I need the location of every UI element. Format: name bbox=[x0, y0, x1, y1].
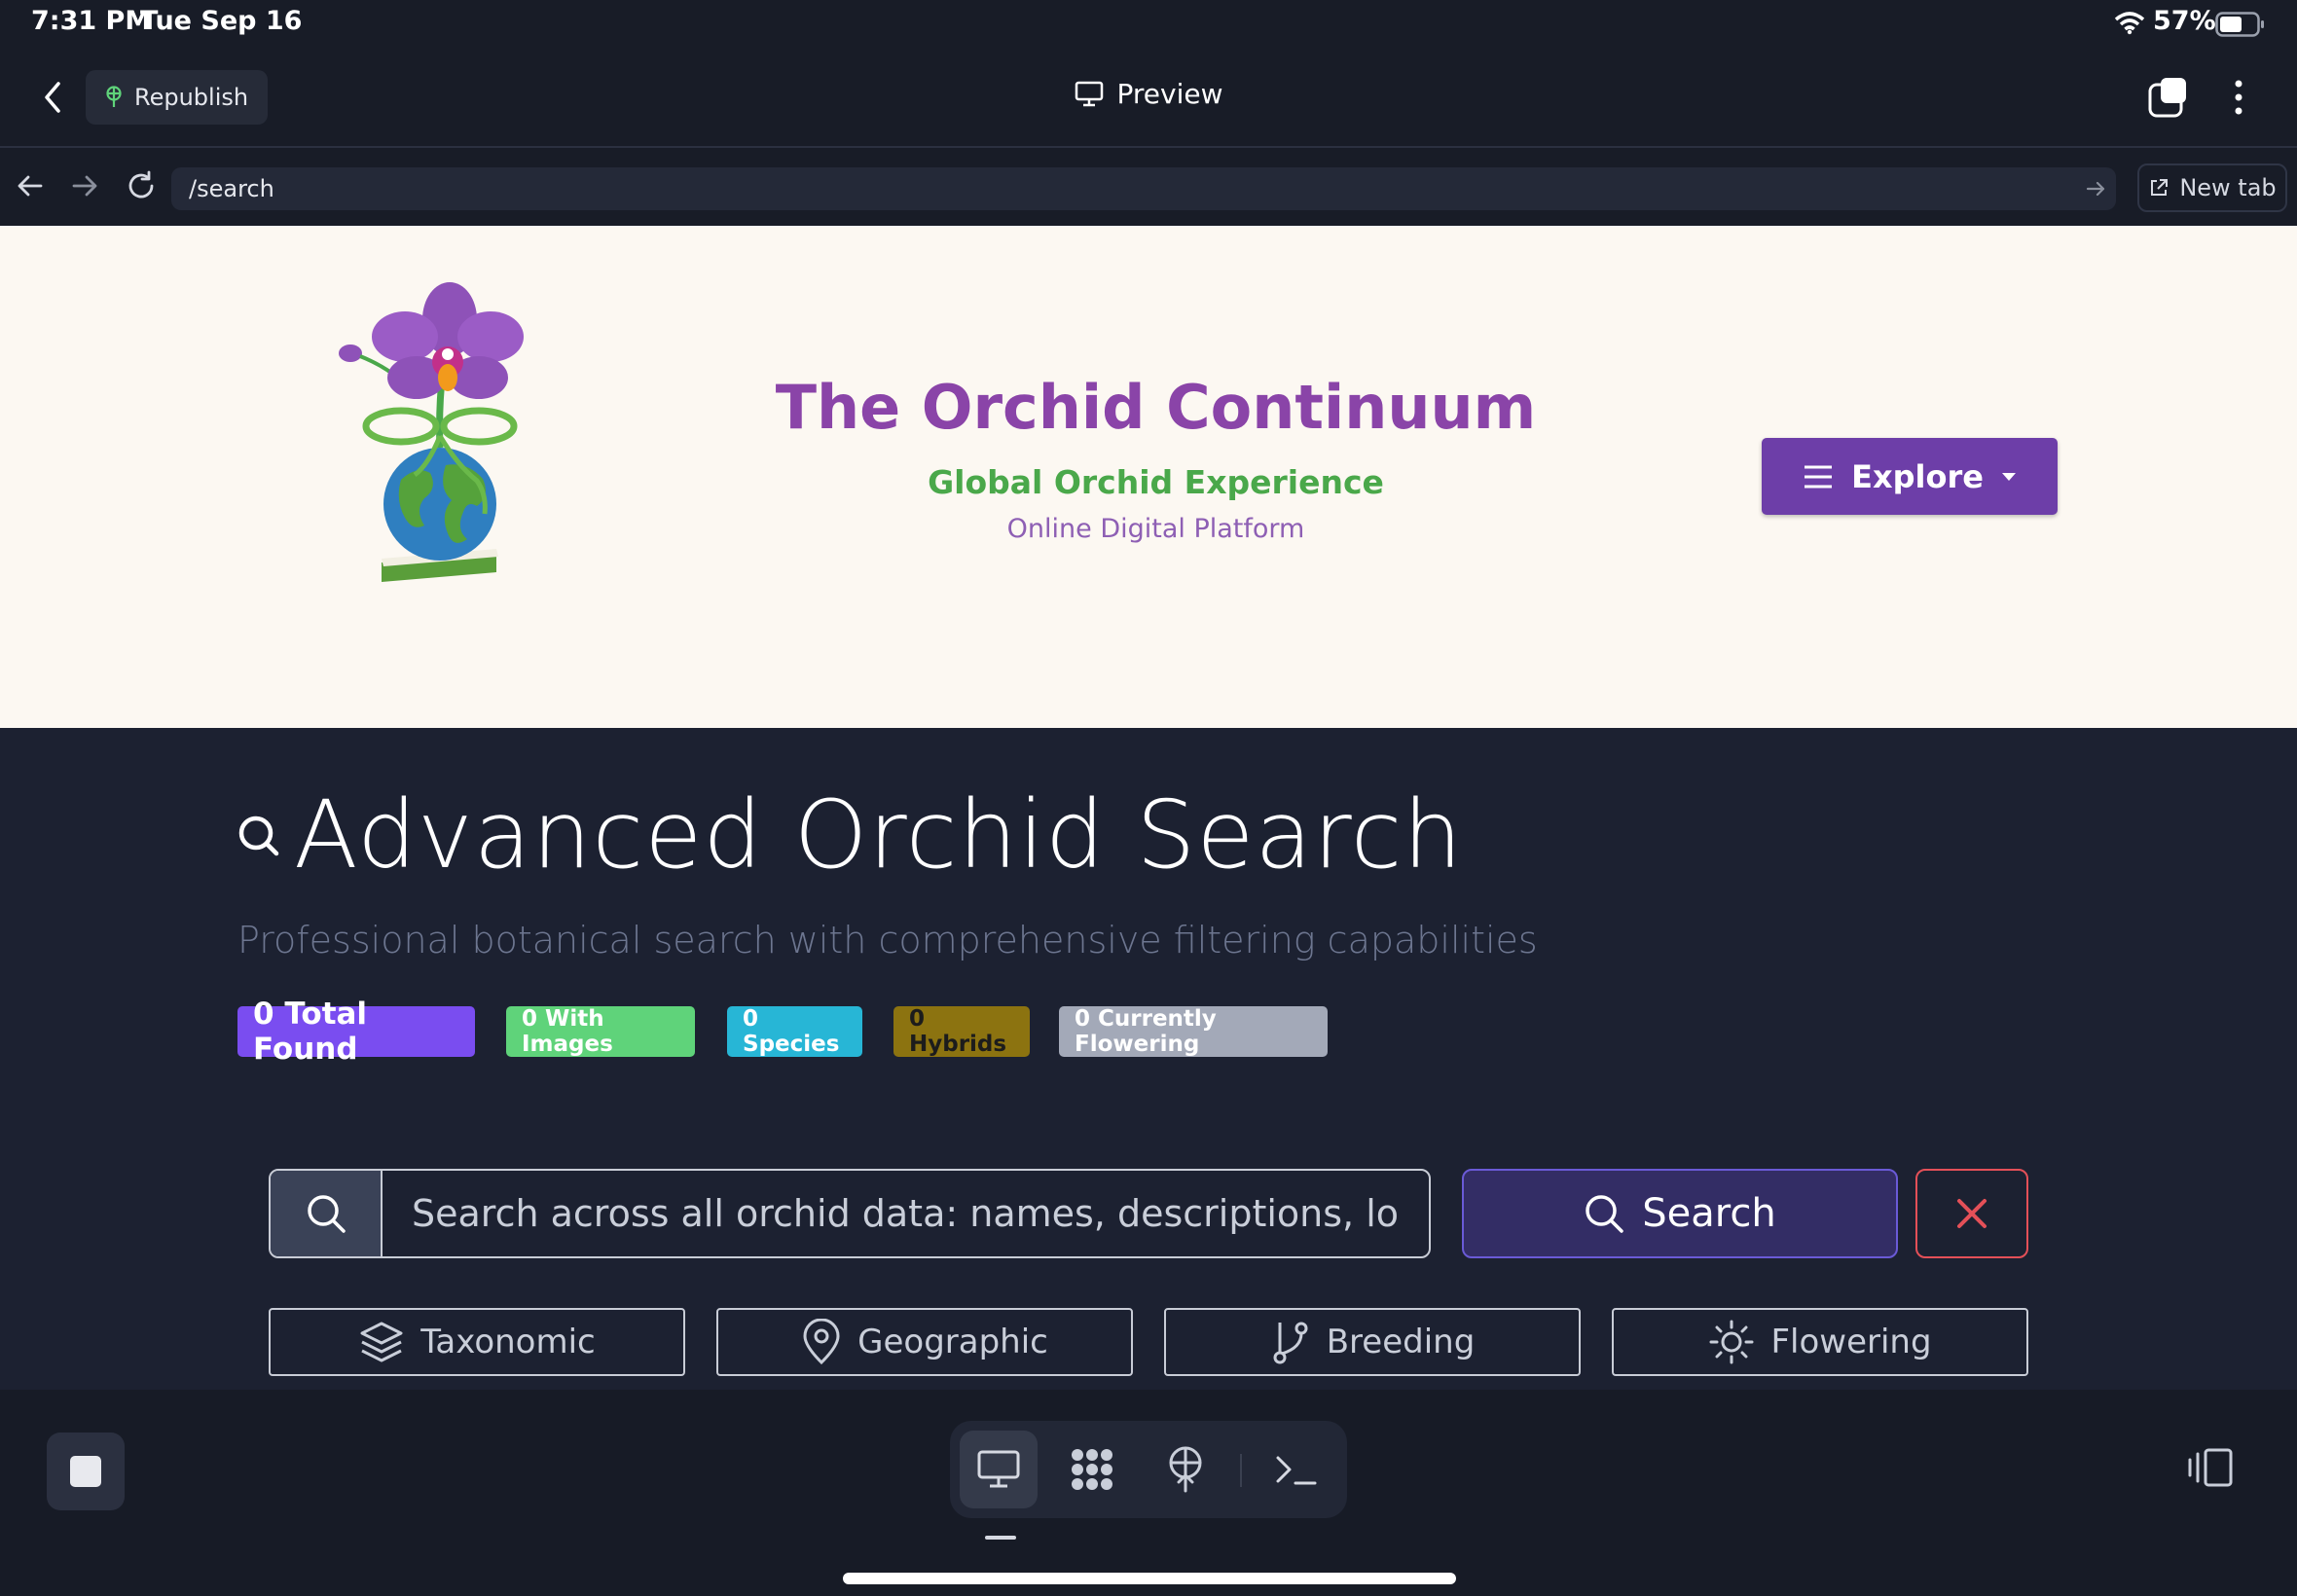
home-indicator bbox=[843, 1573, 1456, 1584]
active-indicator bbox=[985, 1536, 1016, 1540]
page-title: Advanced Orchid Search bbox=[237, 780, 1463, 889]
url-field[interactable]: /search bbox=[171, 167, 2116, 210]
tab-breeding-label: Breeding bbox=[1326, 1323, 1476, 1361]
tab-geographic-label: Geographic bbox=[857, 1323, 1048, 1361]
battery-icon bbox=[2215, 12, 2266, 37]
status-date: Tue Sep 16 bbox=[140, 6, 303, 36]
site-subtitle: Online Digital Platform bbox=[1006, 514, 1305, 544]
layers-icon bbox=[358, 1320, 405, 1364]
search-icon bbox=[1584, 1193, 1624, 1234]
badge-species: 0 Species bbox=[727, 1006, 862, 1057]
badge-with-images: 0 With Images bbox=[506, 1006, 695, 1057]
preview-title: Preview bbox=[0, 78, 2297, 110]
search-input-group bbox=[269, 1169, 1431, 1258]
preview-label: Preview bbox=[1116, 78, 1223, 110]
wifi-icon bbox=[2114, 12, 2145, 35]
search-input[interactable] bbox=[383, 1171, 1429, 1256]
clear-search-button[interactable] bbox=[1915, 1169, 2028, 1258]
tab-taxonomic[interactable]: Taxonomic bbox=[269, 1308, 685, 1376]
search-button[interactable]: Search bbox=[1462, 1169, 1898, 1258]
map-pin-icon bbox=[801, 1319, 842, 1365]
page-subtitle: Professional botanical search with compr… bbox=[237, 919, 1538, 961]
explore-menu-button[interactable]: Explore bbox=[1762, 438, 2058, 515]
windows-icon[interactable] bbox=[2147, 76, 2190, 119]
stop-button[interactable] bbox=[47, 1433, 125, 1510]
search-icon bbox=[237, 812, 280, 858]
bottom-dock bbox=[0, 1390, 2297, 1596]
monitor-icon bbox=[1075, 81, 1104, 108]
page-title-text: Advanced Orchid Search bbox=[294, 780, 1464, 889]
badge-currently-flowering: 0 Currently Flowering bbox=[1059, 1006, 1328, 1057]
badge-hybrids: 0 Hybrids bbox=[893, 1006, 1030, 1057]
git-branch-icon bbox=[1270, 1319, 1311, 1365]
dock-terminal-button[interactable] bbox=[1258, 1431, 1335, 1508]
tab-breeding[interactable]: Breeding bbox=[1164, 1308, 1581, 1376]
explore-label: Explore bbox=[1851, 457, 1984, 495]
hamburger-icon bbox=[1803, 464, 1834, 490]
app-toolbar: Republish Preview bbox=[0, 49, 2297, 148]
site-header: The Orchid Continuum Global Orchid Exper… bbox=[0, 226, 2297, 728]
sun-icon bbox=[1708, 1319, 1755, 1365]
monitor-icon bbox=[976, 1449, 1021, 1490]
tab-flowering-label: Flowering bbox=[1770, 1323, 1932, 1361]
arrow-left-icon[interactable] bbox=[16, 171, 45, 200]
search-button-label: Search bbox=[1642, 1191, 1776, 1236]
url-text: /search bbox=[189, 175, 274, 202]
arrow-right-icon[interactable] bbox=[70, 171, 99, 200]
dock-divider bbox=[1240, 1454, 1242, 1487]
dock-center-group bbox=[950, 1421, 1347, 1518]
status-bar: 7:31 PM Tue Sep 16 57% bbox=[0, 0, 2297, 49]
external-link-icon bbox=[2148, 177, 2169, 199]
go-arrow-icon[interactable] bbox=[2085, 178, 2106, 200]
tab-flowering[interactable]: Flowering bbox=[1612, 1308, 2028, 1376]
site-title[interactable]: The Orchid Continuum bbox=[0, 372, 2297, 443]
new-tab-button[interactable]: New tab bbox=[2137, 163, 2287, 212]
search-input-addon bbox=[271, 1171, 383, 1256]
reload-icon[interactable] bbox=[125, 169, 158, 202]
new-tab-label: New tab bbox=[2179, 174, 2277, 201]
battery-percent: 57% bbox=[2153, 6, 2216, 36]
terminal-icon bbox=[1274, 1450, 1319, 1489]
status-time: 7:31 PM bbox=[31, 6, 152, 36]
tab-taxonomic-label: Taxonomic bbox=[420, 1323, 596, 1361]
deploy-icon bbox=[1163, 1445, 1208, 1494]
dock-preview-button[interactable] bbox=[960, 1431, 1038, 1508]
search-main: Advanced Orchid Search Professional bota… bbox=[0, 728, 2297, 1390]
browser-url-bar: /search New tab bbox=[0, 148, 2297, 226]
caret-down-icon bbox=[2001, 472, 2017, 482]
dock-deploy-button[interactable] bbox=[1147, 1431, 1224, 1508]
close-icon bbox=[1955, 1197, 1988, 1230]
side-panel-icon[interactable] bbox=[2186, 1446, 2235, 1489]
stop-icon bbox=[68, 1454, 103, 1489]
grid-icon bbox=[1068, 1445, 1116, 1494]
dock-grid-button[interactable] bbox=[1053, 1431, 1131, 1508]
more-vertical-icon[interactable] bbox=[2229, 76, 2248, 119]
search-icon bbox=[305, 1192, 347, 1235]
tab-geographic[interactable]: Geographic bbox=[716, 1308, 1133, 1376]
badge-total-found: 0 Total Found bbox=[237, 997, 475, 1067]
